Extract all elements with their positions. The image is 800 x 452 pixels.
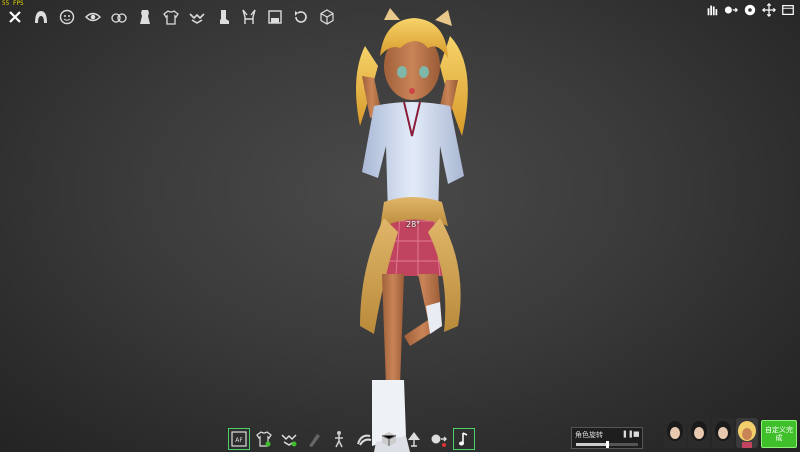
af-icon[interactable]: AF [228,428,250,450]
light-direction-icon[interactable] [723,2,739,18]
character-thumbnail[interactable] [688,418,710,448]
top-right-toolbar [704,2,796,18]
character-thumbnail[interactable] [664,418,686,448]
close-icon[interactable] [4,8,26,26]
hand-pose-icon[interactable] [353,428,375,450]
clothes-state-icon[interactable] [253,428,275,450]
pause-icon[interactable]: ❚❚ [622,430,634,438]
character-model[interactable] [300,6,500,452]
hand-icon[interactable] [704,2,720,18]
window-icon[interactable] [780,2,796,18]
cube-view-icon[interactable] [378,428,400,450]
underwear-state-icon[interactable] [278,428,300,450]
face-icon[interactable] [56,8,78,26]
rotation-label: 角色旋转 [575,431,603,439]
hair-icon[interactable] [30,8,52,26]
accessory-icon[interactable] [238,8,260,26]
rotation-slider[interactable] [576,441,638,448]
rotation-slider-thumb[interactable] [606,441,609,448]
fps-counter: 55 FPS [2,0,24,7]
body-icon[interactable] [108,8,130,26]
customization-done-button[interactable]: 自定义完成 [761,420,797,448]
character-thumbnail-active[interactable] [736,418,758,448]
character-rotation-panel: 角色旋转 ❚❚ ■ [571,427,643,449]
top-toolbar [4,8,338,26]
bra-icon[interactable] [186,8,208,26]
light-icon[interactable] [428,428,450,450]
eye-icon[interactable] [82,8,104,26]
top-clothes-icon[interactable] [160,8,182,26]
af-label: AF [235,437,243,444]
music-icon[interactable] [453,428,475,450]
save-icon[interactable] [264,8,286,26]
item-icon[interactable] [303,428,325,450]
character-thumbnail[interactable] [712,418,734,448]
sock-icon[interactable] [212,8,234,26]
stop-icon[interactable]: ■ [633,430,640,438]
bottom-toolbar: AF [228,428,475,450]
rotation-angle-readout: 28° [406,220,421,229]
character-thumbnail-list [664,418,758,448]
torso-icon[interactable] [134,8,156,26]
rotation-slider-fill [576,443,607,446]
move-icon[interactable] [761,2,777,18]
pose-icon[interactable] [328,428,350,450]
lamp-icon[interactable] [403,428,425,450]
camera-settings-icon[interactable] [742,2,758,18]
